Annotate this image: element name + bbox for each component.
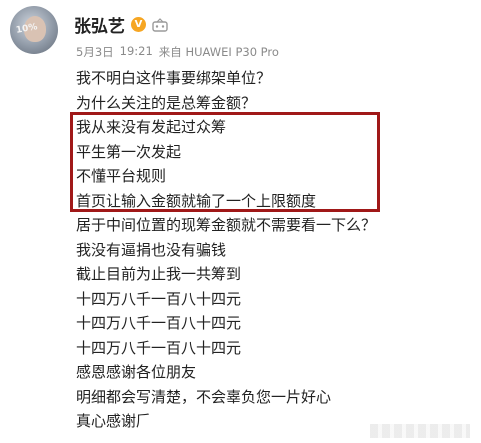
post-time: 19:21 xyxy=(119,44,153,58)
highlight-box xyxy=(70,112,380,212)
content-line: 十四万八千一百八十四元 xyxy=(76,289,242,308)
post-meta: 5月3日 19:21 来自 HUAWEI P30 Pro xyxy=(76,44,279,60)
content-line: 我不明白这件事要绑架单位？ xyxy=(76,69,272,87)
content-line: 十四万八千一百八十四元 xyxy=(76,338,242,357)
content-line: 明细都会写清楚，不会辜负您一片好心 xyxy=(76,387,332,406)
avatar[interactable]: 10% xyxy=(10,6,58,54)
author-row: 张弘艺 V xyxy=(74,12,168,37)
author-name[interactable]: 张弘艺 xyxy=(74,12,125,37)
content-line: 居于中间位置的现筹金额就不需要看一下么？ xyxy=(76,216,377,234)
post-date: 5月3日 xyxy=(76,45,114,59)
content-line: 截止目前为止我一共筹到 xyxy=(76,265,242,283)
crown-icon xyxy=(152,17,168,32)
verified-icon: V xyxy=(131,17,146,32)
content-line: 真心感谢𠂆 xyxy=(76,412,152,430)
content-line: 十四万八千一百八十四元 xyxy=(76,314,242,332)
watermark xyxy=(370,424,470,438)
content-line: 我没有逼捐也没有骗钱 xyxy=(76,240,227,259)
post-source: 来自 HUAWEI P30 Pro xyxy=(158,45,279,59)
content-line: 感恩感谢各位朋友 xyxy=(76,363,197,381)
